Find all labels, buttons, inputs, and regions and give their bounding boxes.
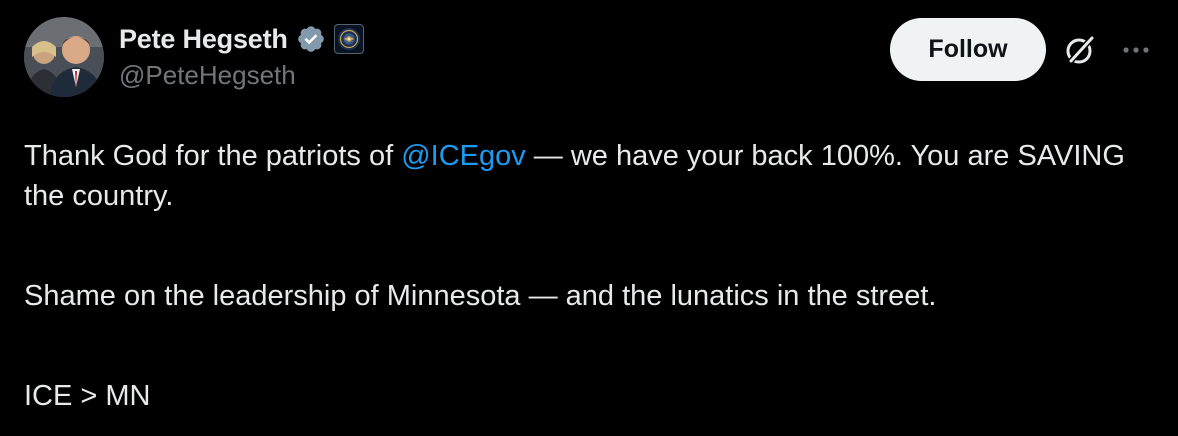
- more-icon[interactable]: [1118, 38, 1154, 62]
- verified-badge-icon[interactable]: [296, 24, 326, 54]
- avatar-photo-icon: [24, 17, 104, 97]
- tweet-paragraph-2: Shame on the leadership of Minnesota — a…: [24, 280, 937, 312]
- tweet-text-segment: Thank God for the patriots of: [24, 140, 402, 172]
- tweet-text: Thank God for the patriots of @ICEgov — …: [24, 136, 1154, 416]
- user-handle[interactable]: @PeteHegseth: [119, 60, 296, 91]
- follow-button[interactable]: Follow: [890, 18, 1046, 81]
- tweet-paragraph-3: ICE > MN: [24, 380, 151, 412]
- seal-emblem-icon: [337, 28, 360, 50]
- tweet: Pete Hegseth @PeteHegseth Follow Thank G…: [0, 0, 1178, 436]
- author-name-row: Pete Hegseth: [119, 20, 364, 58]
- tweet-paragraph-1: Thank God for the patriots of @ICEgov — …: [24, 136, 1154, 216]
- avatar[interactable]: [24, 17, 104, 97]
- display-name[interactable]: Pete Hegseth: [119, 24, 288, 55]
- grok-icon[interactable]: [1062, 32, 1098, 68]
- mention-link[interactable]: @ICEgov: [401, 140, 526, 172]
- department-seal-icon[interactable]: [333, 24, 364, 54]
